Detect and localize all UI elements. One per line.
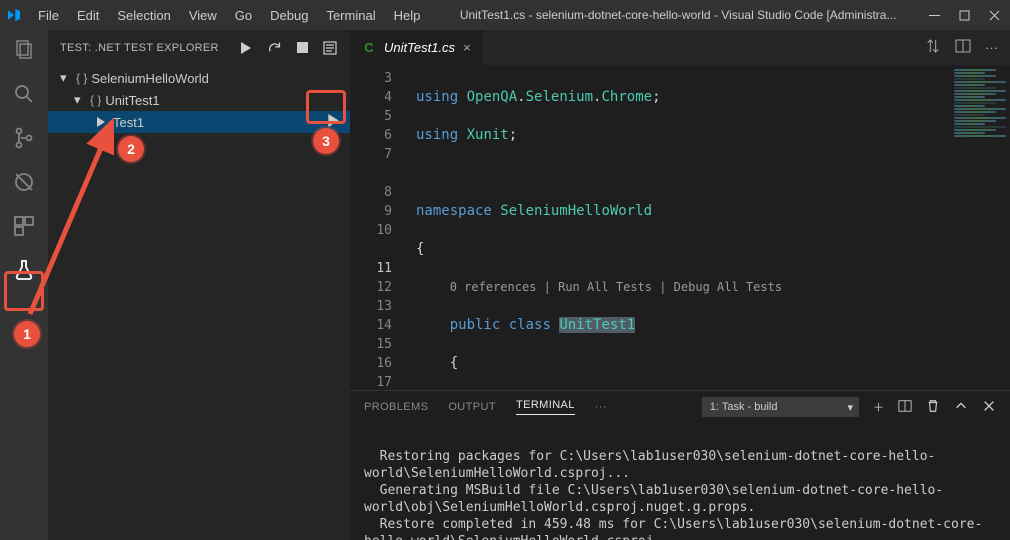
refresh-icon[interactable] <box>266 40 282 56</box>
annotation-box-3 <box>306 90 346 124</box>
tree-root-label: SeleniumHelloWorld <box>91 71 209 86</box>
tab-unittest1[interactable]: C UnitTest1.cs × <box>350 30 484 65</box>
split-terminal-icon[interactable] <box>898 399 912 416</box>
close-icon[interactable] <box>988 9 1000 21</box>
window-title: UnitTest1.cs - selenium-dotnet-core-hell… <box>428 8 928 22</box>
menu-debug[interactable]: Debug <box>262 4 316 27</box>
panel-tab-output[interactable]: OUTPUT <box>448 401 496 413</box>
vscode-logo-icon <box>6 7 22 23</box>
tab-close-icon[interactable]: × <box>463 40 471 55</box>
minimap[interactable] <box>950 65 1010 390</box>
csharp-file-icon: C <box>362 41 376 55</box>
menu-go[interactable]: Go <box>227 4 260 27</box>
terminal-output[interactable]: Restoring packages for C:\Users\lab1user… <box>350 423 1010 540</box>
terminal-select-label: 1: Task - build <box>710 401 778 413</box>
annotation-badge-1: 1 <box>14 321 40 347</box>
run-all-icon[interactable] <box>238 40 254 56</box>
search-icon[interactable] <box>12 82 36 106</box>
maximize-panel-icon[interactable] <box>954 399 968 416</box>
panel-tab-terminal[interactable]: TERMINAL <box>516 399 575 415</box>
terminal-panel: PROBLEMS OUTPUT TERMINAL ··· 1: Task - b… <box>350 390 1010 540</box>
tree-class-label: UnitTest1 <box>105 93 159 108</box>
compare-icon[interactable] <box>925 38 941 57</box>
chevron-down-icon: ▾ <box>847 401 853 414</box>
annotation-badge-3: 3 <box>313 128 339 154</box>
more-actions-icon[interactable]: ··· <box>985 40 998 55</box>
line-gutter: 3 4 5 6 7 8 9 10 11 12 13 14 15 16 17 <box>350 65 406 390</box>
menu-bar: File Edit Selection View Go Debug Termin… <box>30 4 428 27</box>
tree-class[interactable]: ▾{ }UnitTest1 <box>48 89 350 111</box>
menu-terminal[interactable]: Terminal <box>318 4 383 27</box>
menu-file[interactable]: File <box>30 4 67 27</box>
minimize-icon[interactable] <box>928 9 940 21</box>
sidebar-title: TEST: .NET TEST EXPLORER <box>60 42 219 54</box>
menu-view[interactable]: View <box>181 4 225 27</box>
stop-icon[interactable] <box>294 40 310 56</box>
kill-terminal-icon[interactable] <box>926 399 940 416</box>
new-terminal-icon[interactable]: ＋ <box>873 399 884 415</box>
editor-group: C UnitTest1.cs × ··· 3 4 5 6 7 8 9 10 <box>350 30 1010 540</box>
terminal-select[interactable]: 1: Task - build ▾ <box>702 397 859 417</box>
tab-label: UnitTest1.cs <box>384 40 455 55</box>
window-controls <box>928 9 1004 21</box>
close-panel-icon[interactable] <box>982 399 996 416</box>
menu-edit[interactable]: Edit <box>69 4 107 27</box>
code-editor[interactable]: using OpenQA.Selenium.Chrome; using Xuni… <box>406 65 950 390</box>
panel-tab-more[interactable]: ··· <box>595 401 607 413</box>
annotation-arrow <box>20 114 130 324</box>
tree-root[interactable]: ▾{ }SeleniumHelloWorld <box>48 67 350 89</box>
annotation-badge-2: 2 <box>118 136 144 162</box>
maximize-icon[interactable] <box>958 9 970 21</box>
show-log-icon[interactable] <box>322 40 338 56</box>
menu-selection[interactable]: Selection <box>109 4 178 27</box>
explorer-icon[interactable] <box>12 38 36 62</box>
editor-tabs: C UnitTest1.cs × ··· <box>350 30 1010 65</box>
split-editor-icon[interactable] <box>955 38 971 57</box>
title-bar: File Edit Selection View Go Debug Termin… <box>0 0 1010 30</box>
menu-help[interactable]: Help <box>386 4 429 27</box>
panel-tab-problems[interactable]: PROBLEMS <box>364 401 428 413</box>
